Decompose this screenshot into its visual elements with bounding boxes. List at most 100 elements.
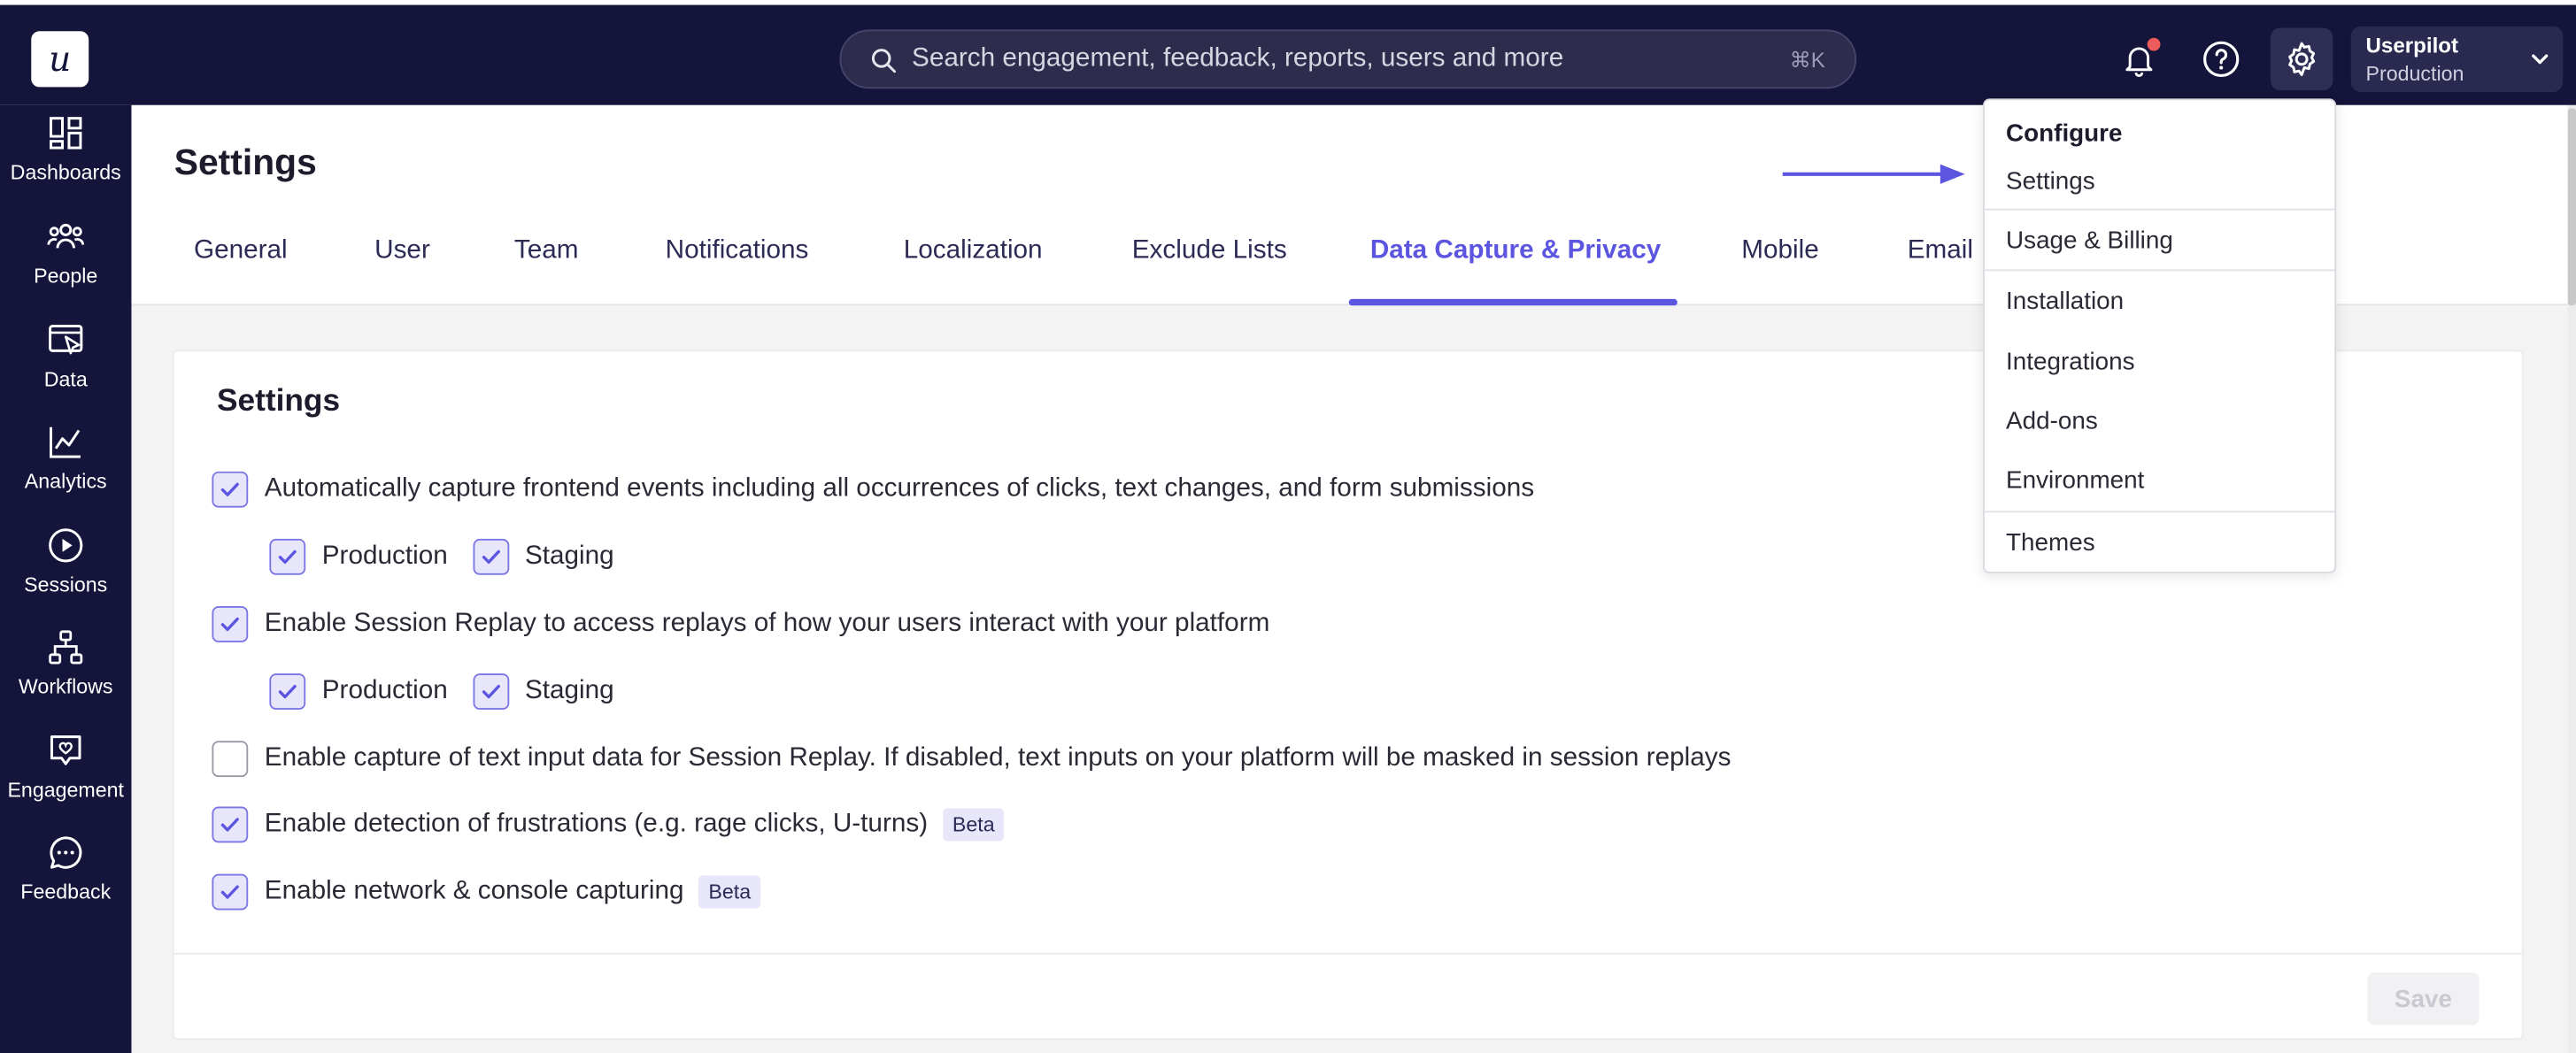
- configure-menu: Configure Settings Usage & Billing Insta…: [1983, 98, 2337, 573]
- menu-item-integrations[interactable]: Integrations: [2006, 349, 2134, 377]
- menu-item-add-ons[interactable]: Add-ons: [2006, 407, 2098, 435]
- check-icon: [220, 482, 239, 496]
- sessions-icon: [49, 528, 83, 563]
- check-icon: [220, 617, 239, 632]
- page-scrollbar-thumb[interactable]: [2567, 108, 2576, 306]
- check-icon: [278, 684, 297, 699]
- sidebar-item-label: Sessions: [24, 573, 108, 596]
- sidebar-item-label: Data: [43, 367, 88, 391]
- menu-item-themes[interactable]: Themes: [2006, 529, 2095, 557]
- sidebar-item-workflows[interactable]: Workflows: [0, 627, 131, 723]
- tab-localization[interactable]: Localization: [904, 236, 1043, 265]
- checkbox[interactable]: [212, 741, 249, 778]
- option-label: Enable Session Replay to access replays …: [264, 609, 1270, 638]
- account-name: Userpilot: [2365, 33, 2459, 58]
- help-button[interactable]: [2190, 28, 2253, 91]
- checkbox[interactable]: [212, 873, 249, 911]
- option-session-replay[interactable]: Enable Session Replay to access replays …: [212, 606, 1269, 642]
- menu-divider: [1984, 511, 2335, 513]
- option-label: Staging: [524, 676, 614, 705]
- sidebar-item-sessions[interactable]: Sessions: [0, 526, 131, 621]
- sidebar-item-feedback[interactable]: Feedback: [0, 833, 131, 928]
- checkbox[interactable]: [212, 806, 249, 843]
- userpilot-logo[interactable]: u: [31, 31, 89, 88]
- option-label: Enable network & console capturing: [264, 877, 684, 905]
- sidebar-item-analytics[interactable]: Analytics: [0, 422, 131, 518]
- option-frustration-detection[interactable]: Enable detection of frustrations (e.g. r…: [212, 806, 1005, 843]
- tab-mobile[interactable]: Mobile: [1741, 236, 1818, 265]
- sidebar-item-label: Dashboards: [10, 160, 121, 184]
- option-label: Production: [321, 676, 448, 705]
- sidebar-item-engagement[interactable]: Engagement: [0, 731, 131, 826]
- tab-data-capture-privacy[interactable]: Data Capture & Privacy: [1370, 236, 1661, 265]
- engagement-icon: [50, 735, 81, 765]
- account-switcher[interactable]: Userpilot Production: [2350, 26, 2564, 92]
- sidebar-item-label: Engagement: [7, 778, 125, 802]
- menu-heading: Configure: [2006, 119, 2123, 149]
- check-icon: [481, 684, 500, 699]
- tab-exclude-lists[interactable]: Exclude Lists: [1132, 236, 1287, 265]
- workflows-icon: [49, 630, 83, 665]
- sidebar-item-label: Analytics: [24, 469, 107, 493]
- save-button[interactable]: Save: [2367, 972, 2480, 1026]
- menu-item-installation[interactable]: Installation: [2006, 288, 2124, 316]
- sidebar-item-label: Workflows: [18, 675, 113, 699]
- menu-divider: [1984, 208, 2335, 211]
- analytics-icon: [50, 427, 81, 458]
- tab-user[interactable]: User: [374, 236, 430, 265]
- notifications-button[interactable]: [2108, 28, 2171, 91]
- help-icon: [2203, 41, 2240, 77]
- settings-gear-button[interactable]: [2270, 27, 2333, 91]
- arrow-right-icon: [1782, 164, 1965, 184]
- people-icon: [47, 223, 85, 249]
- check-icon: [481, 550, 500, 564]
- sidebar: Dashboards People Data Analytics Session…: [0, 104, 132, 1053]
- checkbox-staging[interactable]: [472, 538, 509, 575]
- option-label: Enable capture of text input data for Se…: [264, 743, 1731, 772]
- checkbox-production[interactable]: [269, 538, 306, 575]
- menu-item-environment[interactable]: Environment: [2006, 466, 2144, 495]
- option-label: Staging: [524, 542, 614, 571]
- sidebar-item-dashboards[interactable]: Dashboards: [0, 113, 131, 209]
- option-label: Production: [321, 542, 448, 571]
- feedback-icon: [50, 836, 82, 869]
- tab-general[interactable]: General: [194, 236, 288, 265]
- option-auto-capture[interactable]: Automatically capture frontend events in…: [212, 471, 1535, 508]
- account-environment: Production: [2365, 62, 2464, 86]
- search-shortcut: ⌘K: [1789, 47, 1825, 73]
- tab-notifications[interactable]: Notifications: [666, 236, 809, 265]
- check-icon: [278, 550, 297, 564]
- search-icon: [871, 49, 897, 73]
- sidebar-item-data[interactable]: Data: [0, 320, 131, 416]
- option-text-input-capture[interactable]: Enable capture of text input data for Se…: [212, 741, 1731, 778]
- option-label: Automatically capture frontend events in…: [264, 474, 1535, 503]
- card-title: Settings: [216, 384, 341, 419]
- check-icon: [220, 885, 239, 899]
- checkbox-production[interactable]: [269, 673, 306, 711]
- global-search[interactable]: ⌘K: [839, 29, 1857, 89]
- tab-email[interactable]: Email: [1908, 236, 1973, 265]
- option-session-replay-environments: Production Staging: [269, 673, 614, 711]
- sidebar-item-label: Feedback: [20, 880, 112, 904]
- checkbox[interactable]: [212, 471, 249, 508]
- beta-badge: Beta: [942, 808, 1005, 842]
- sidebar-item-label: People: [34, 264, 98, 288]
- tab-team[interactable]: Team: [514, 236, 579, 265]
- data-icon: [49, 325, 83, 355]
- gear-icon: [2288, 42, 2316, 76]
- menu-item-settings[interactable]: Settings: [2006, 167, 2095, 196]
- active-tab-indicator: [1348, 298, 1677, 306]
- option-network-console-capture[interactable]: Enable network & console capturing Beta: [212, 873, 761, 911]
- sidebar-item-people[interactable]: People: [0, 217, 131, 312]
- option-label: Enable detection of frustrations (e.g. r…: [264, 810, 929, 838]
- search-input[interactable]: [912, 31, 1767, 88]
- checkbox-staging[interactable]: [472, 673, 509, 711]
- option-auto-capture-environments: Production Staging: [269, 538, 614, 575]
- card-divider: [174, 952, 2522, 955]
- page-title: Settings: [174, 141, 317, 183]
- menu-item-usage-billing[interactable]: Usage & Billing: [2006, 227, 2173, 255]
- notification-dot: [2147, 37, 2161, 51]
- checkbox[interactable]: [212, 606, 249, 642]
- beta-badge: Beta: [698, 875, 761, 909]
- check-icon: [220, 818, 239, 832]
